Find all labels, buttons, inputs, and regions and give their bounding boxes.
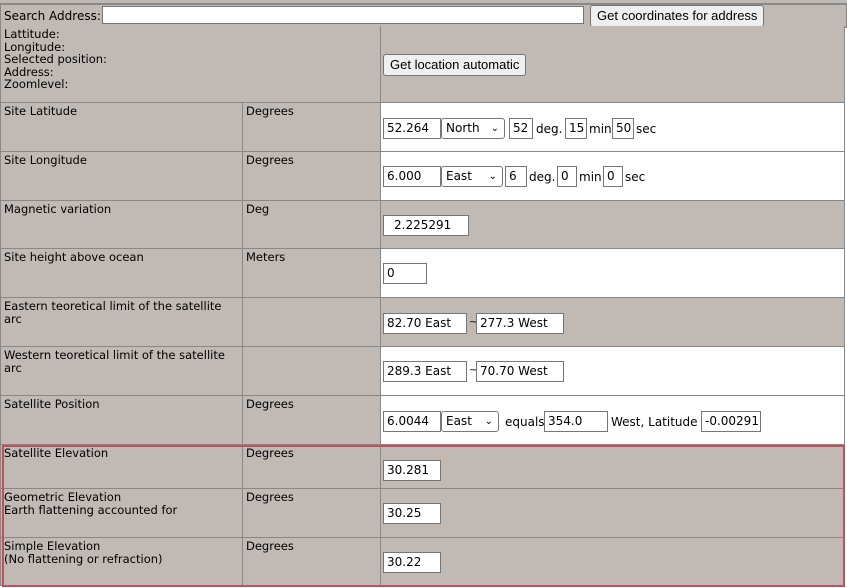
site-height-label: Site height above ocean <box>1 249 243 297</box>
chevron-down-icon: ⌄ <box>490 123 499 134</box>
western-limit-label-line2: arc <box>4 361 22 375</box>
site-height-row: Site height above ocean Meters 0 <box>0 249 845 298</box>
site-latitude-cell: 52.264 North ⌄ 52 deg. 15 min 50 sec <box>381 103 844 151</box>
latitude-sec-label: sec <box>636 122 657 136</box>
satellite-elevation-value[interactable]: 30.281 <box>383 460 441 481</box>
simple-elevation-label: Simple Elevation (No flattening or refra… <box>1 538 243 585</box>
western-limit-west-value[interactable]: 70.70 West <box>476 361 564 382</box>
longitude-seconds-input[interactable]: 0 <box>603 166 623 187</box>
satellite-elevation-cell: 30.281 <box>381 445 844 488</box>
satellite-position-unit: Degrees <box>243 396 381 444</box>
zoomlevel-info: Zoomlevel: <box>4 77 69 92</box>
western-limit-east-value[interactable]: 289.3 East <box>383 361 467 382</box>
chevron-down-icon: ⌄ <box>484 416 493 427</box>
longitude-hemisphere-value: East <box>446 169 472 183</box>
location-info-row: Lattitude: Longitude: Selected position:… <box>0 26 845 103</box>
calculator-page: Search Address: Get coordinates for addr… <box>0 0 847 588</box>
satellite-position-row: Satellite Position Degrees 6.0044 East ⌄ … <box>0 396 845 445</box>
latitude-info: Lattitude: <box>4 27 60 41</box>
geometric-elevation-row: Geometric Elevation Earth flattening acc… <box>0 489 845 538</box>
western-limit-label: Western teoretical limit of the satellit… <box>1 347 243 395</box>
geometric-elevation-label-line2: Earth flattening accounted for <box>4 503 178 517</box>
eastern-limit-row: Eastern teoretical limit of the satellit… <box>0 298 845 347</box>
western-limit-row: Western teoretical limit of the satellit… <box>0 347 845 396</box>
geometric-elevation-unit: Degrees <box>243 489 381 537</box>
magnetic-variation-unit: Deg <box>243 201 381 248</box>
longitude-degrees-input[interactable]: 6 <box>505 166 527 187</box>
simple-elevation-row: Simple Elevation (No flattening or refra… <box>0 538 845 586</box>
longitude-deg-label: deg. <box>529 170 556 184</box>
geometric-elevation-cell: 30.25 <box>381 489 844 537</box>
latitude-hemisphere-select[interactable]: North ⌄ <box>441 118 505 139</box>
geometric-elevation-value[interactable]: 30.25 <box>383 503 441 524</box>
site-longitude-label: Site Longitude <box>1 152 243 200</box>
simple-elevation-label-line2: (No flattening or refraction) <box>4 552 163 566</box>
location-button-cell: Get location automatic <box>381 26 844 102</box>
magnetic-variation-label: Magnetic variation <box>1 201 243 248</box>
get-location-automatic-button[interactable]: Get location automatic <box>383 54 527 76</box>
eastern-limit-label-line1: Eastern teoretical limit of the satellit… <box>4 299 222 313</box>
geometric-elevation-label: Geometric Elevation Earth flattening acc… <box>1 489 243 537</box>
western-limit-unit <box>243 347 381 395</box>
satellite-elevation-label: Satellite Elevation <box>1 445 243 488</box>
longitude-hemisphere-select[interactable]: East ⌄ <box>441 166 503 187</box>
eastern-limit-east-value[interactable]: 82.70 East <box>383 313 467 334</box>
get-coordinates-button[interactable]: Get coordinates for address <box>590 5 765 27</box>
satellite-elevation-unit: Degrees <box>243 445 381 488</box>
site-longitude-unit: Degrees <box>243 152 381 200</box>
latitude-hemisphere-value: North <box>446 121 480 135</box>
site-height-input[interactable]: 0 <box>383 263 427 284</box>
longitude-sec-label: sec <box>625 170 646 184</box>
longitude-decimal-input[interactable]: 6.000 <box>383 166 441 187</box>
longitude-minutes-input[interactable]: 0 <box>557 166 577 187</box>
site-longitude-row: Site Longitude Degrees 6.000 East ⌄ 6 deg… <box>0 152 845 201</box>
western-limit-label-line1: Western teoretical limit of the satellit… <box>4 348 225 362</box>
eastern-limit-west-value[interactable]: 277.3 West <box>476 313 564 334</box>
simple-elevation-unit: Degrees <box>243 538 381 585</box>
eastern-limit-label-line2: arc <box>4 312 22 326</box>
magnetic-variation-input[interactable]: 2.225291 <box>383 215 469 236</box>
eastern-limit-cell: 82.70 East ~ 277.3 West <box>381 298 844 346</box>
site-latitude-row: Site Latitude Degrees 52.264 North ⌄ 52 d… <box>0 103 845 152</box>
site-height-unit: Meters <box>243 249 381 297</box>
satellite-elevation-row: Satellite Elevation Degrees 30.281 <box>0 445 845 489</box>
chevron-down-icon: ⌄ <box>488 171 497 182</box>
satellite-direction-select[interactable]: East ⌄ <box>441 411 499 432</box>
eastern-limit-unit <box>243 298 381 346</box>
site-height-cell: 0 <box>381 249 844 297</box>
satellite-equals-value[interactable]: 354.0 <box>544 411 608 432</box>
eastern-limit-label: Eastern teoretical limit of the satellit… <box>1 298 243 346</box>
latitude-decimal-input[interactable]: 52.264 <box>383 118 441 139</box>
latitude-seconds-input[interactable]: 50 <box>612 118 634 139</box>
satellite-position-input[interactable]: 6.0044 <box>383 411 441 432</box>
site-latitude-label: Site Latitude <box>1 103 243 151</box>
magnetic-variation-cell: 2.225291 <box>381 201 844 248</box>
equals-label: equals <box>505 415 545 429</box>
satellite-direction-value: East <box>446 414 472 428</box>
site-latitude-unit: Degrees <box>243 103 381 151</box>
magnetic-variation-row: Magnetic variation Deg 2.225291 <box>0 201 845 249</box>
satellite-latitude-value[interactable]: -0.00291 <box>701 411 761 432</box>
western-limit-cell: 289.3 East ~ 70.70 West <box>381 347 844 395</box>
satellite-position-cell: 6.0044 East ⌄ equals 354.0 West, Latitude… <box>381 396 844 444</box>
longitude-min-label: min <box>579 170 602 184</box>
latitude-deg-label: deg. <box>536 122 563 136</box>
site-longitude-cell: 6.000 East ⌄ 6 deg. 0 min 0 sec <box>381 152 844 200</box>
search-label: Search Address: <box>4 9 101 23</box>
simple-elevation-value[interactable]: 30.22 <box>383 552 441 573</box>
latitude-minutes-input[interactable]: 15 <box>565 118 587 139</box>
simple-elevation-cell: 30.22 <box>381 538 844 585</box>
location-info-cell: Lattitude: Longitude: Selected position:… <box>1 26 381 102</box>
search-address-input[interactable] <box>102 6 584 24</box>
west-latitude-label: West, Latitude <box>611 415 698 429</box>
latitude-min-label: min <box>589 122 612 136</box>
latitude-degrees-input[interactable]: 52 <box>509 118 533 139</box>
satellite-position-label: Satellite Position <box>1 396 243 444</box>
selected-position-info: Selected position: <box>4 52 107 67</box>
search-row: Search Address: Get coordinates for addr… <box>0 4 847 28</box>
